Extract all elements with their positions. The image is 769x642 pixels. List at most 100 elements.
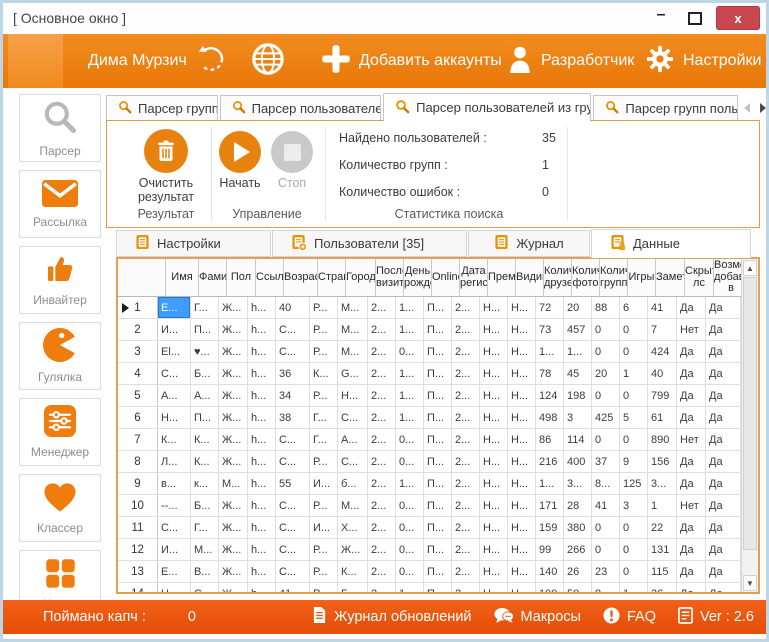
column-header[interactable]: Дата регистрации [460, 259, 488, 296]
table-cell[interactable]: 2... [452, 341, 480, 362]
table-cell[interactable]: Ж... [219, 583, 248, 592]
table-cell[interactable]: Н... [508, 583, 536, 592]
table-row[interactable]: 11 С... Г... Ж... h... С... И... Х... 2... 0... П.… [118, 517, 741, 539]
table-cell[interactable]: h... [248, 297, 276, 318]
table-cell[interactable]: Да [706, 319, 741, 340]
table-cell[interactable]: 1... [396, 363, 424, 384]
table-cell[interactable]: Ж... [219, 297, 248, 318]
table-cell[interactable]: h... [248, 341, 276, 362]
start-button[interactable]: Начать [215, 131, 265, 190]
table-cell[interactable]: Н... [480, 407, 508, 428]
table-cell[interactable]: 72 [536, 297, 564, 318]
table-cell[interactable]: С... [276, 451, 310, 472]
table-cell[interactable]: 2... [368, 495, 396, 516]
table-cell[interactable]: Н... [508, 385, 536, 406]
table-cell[interactable]: 1... [396, 319, 424, 340]
table-cell[interactable]: Н... [158, 407, 191, 428]
table-cell[interactable]: 0 [592, 385, 620, 406]
table-cell[interactable]: 0 [592, 341, 620, 362]
table-cell[interactable]: П... [424, 451, 452, 472]
tab-parser-groups[interactable]: Парсер групп [106, 95, 218, 121]
table-cell[interactable]: 40 [648, 363, 677, 384]
table-cell[interactable]: El... [158, 341, 191, 362]
table-cell[interactable]: 61 [648, 407, 677, 428]
table-cell[interactable]: 9 [620, 451, 648, 472]
table-cell[interactable]: 2... [452, 583, 480, 592]
table-cell[interactable]: 73 [536, 319, 564, 340]
row-header[interactable]: 8 [118, 451, 158, 472]
table-cell[interactable]: Н... [508, 495, 536, 516]
table-cell[interactable]: 36 [648, 583, 677, 592]
table-cell[interactable]: П... [424, 517, 452, 538]
maximize-button[interactable] [682, 7, 708, 29]
table-cell[interactable]: 78 [536, 363, 564, 384]
table-cell[interactable]: П... [424, 407, 452, 428]
table-cell[interactable]: Ж... [219, 561, 248, 582]
table-cell[interactable]: ♥... [191, 341, 219, 362]
table-cell[interactable]: 1... [536, 473, 564, 494]
table-cell[interactable]: 41 [592, 495, 620, 516]
table-cell[interactable]: 0 [592, 429, 620, 450]
developer-button[interactable]: Разработчик [507, 34, 634, 88]
tab-parser-users[interactable]: Парсер пользователей [219, 95, 382, 121]
table-cell[interactable]: 99 [536, 539, 564, 560]
tab-data[interactable]: Данные [591, 229, 751, 258]
table-row[interactable]: 3 El... ♥... Ж... h... С... Р... М... 2... 0... П.… [118, 341, 741, 363]
table-cell[interactable]: 3... [564, 473, 592, 494]
column-header[interactable]: Премиум [488, 259, 516, 296]
table-cell[interactable]: Да [706, 517, 741, 538]
table-cell[interactable]: h... [248, 385, 276, 406]
table-cell[interactable]: Да [706, 539, 741, 560]
close-button[interactable]: x [716, 6, 760, 30]
table-row[interactable]: 14Н...С...Ж...h...41Р...Б...2...1...П...… [118, 583, 741, 592]
grid-corner-cell[interactable] [118, 259, 166, 296]
table-cell[interactable]: 1 [620, 363, 648, 384]
table-cell[interactable]: М... [338, 495, 368, 516]
column-header[interactable]: Возможность добавить в [714, 259, 741, 296]
table-cell[interactable]: С... [276, 341, 310, 362]
add-accounts-button[interactable]: Добавить аккаунты [321, 34, 502, 88]
table-cell[interactable]: Л... [158, 451, 191, 472]
column-header[interactable]: Количество фото [572, 259, 600, 296]
table-cell[interactable]: 131 [648, 539, 677, 560]
table-cell[interactable]: С... [276, 319, 310, 340]
table-cell[interactable]: Н... [480, 341, 508, 362]
table-cell[interactable]: Да [677, 407, 706, 428]
table-cell[interactable]: 41 [276, 583, 310, 592]
table-cell[interactable]: 22 [648, 517, 677, 538]
table-cell[interactable]: 2... [452, 473, 480, 494]
table-cell[interactable]: Н... [480, 473, 508, 494]
table-cell[interactable]: П... [424, 561, 452, 582]
table-cell[interactable]: 38 [276, 407, 310, 428]
table-cell[interactable]: С... [276, 561, 310, 582]
table-cell[interactable]: П... [424, 495, 452, 516]
row-header[interactable]: 6 [118, 407, 158, 428]
table-cell[interactable]: С... [158, 517, 191, 538]
table-cell[interactable]: Ж... [219, 539, 248, 560]
table-cell[interactable]: 100 [536, 583, 564, 592]
table-cell[interactable]: 0... [396, 341, 424, 362]
table-cell[interactable]: Да [706, 561, 741, 582]
table-cell[interactable]: 2... [452, 363, 480, 384]
table-cell[interactable]: С... [338, 451, 368, 472]
account-name[interactable]: Дима Мурзич [88, 34, 187, 88]
table-cell[interactable]: 0... [396, 495, 424, 516]
table-row[interactable]: 7 К... К... Ж... h... С... Г... А... 2... 0... П..… [118, 429, 741, 451]
table-cell[interactable]: Да [677, 451, 706, 472]
table-cell[interactable]: Н... [480, 385, 508, 406]
table-cell[interactable]: Н... [480, 561, 508, 582]
table-cell[interactable]: Р... [310, 561, 338, 582]
table-cell[interactable]: h... [248, 429, 276, 450]
table-cell[interactable]: 1... [396, 407, 424, 428]
table-cell[interactable]: 400 [564, 451, 592, 472]
table-cell[interactable]: В... [191, 561, 219, 582]
table-cell[interactable]: И... [310, 473, 338, 494]
table-cell[interactable]: h... [248, 495, 276, 516]
table-cell[interactable]: 2... [368, 341, 396, 362]
table-cell[interactable]: Да [706, 583, 741, 592]
table-cell[interactable]: 1 [648, 495, 677, 516]
table-cell[interactable]: h... [248, 539, 276, 560]
table-cell[interactable]: И... [310, 517, 338, 538]
table-cell[interactable]: А... [191, 385, 219, 406]
table-cell[interactable]: 2... [452, 451, 480, 472]
